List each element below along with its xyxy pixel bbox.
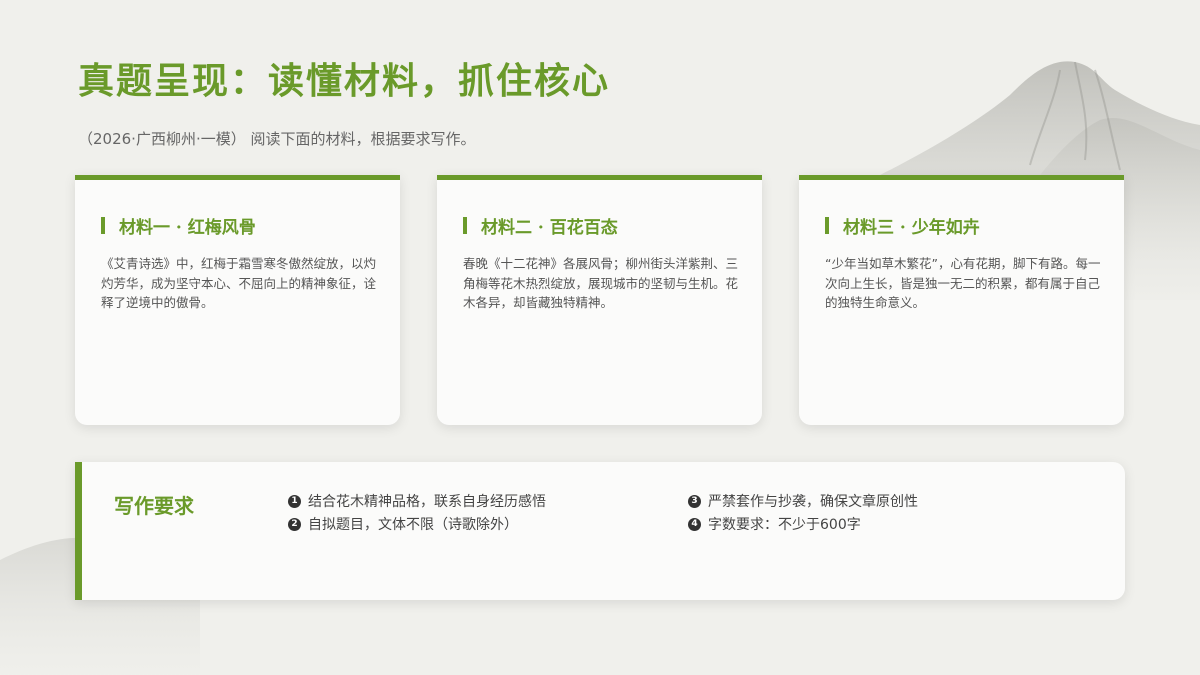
requirements-title: 写作要求 xyxy=(114,494,194,518)
requirement-item-3: 3 严禁套作与抄袭，确保文章原创性 xyxy=(688,491,918,511)
material-card-text: “少年当如草木繁花”，心有花期，脚下有路。每一次向上生长，皆是独一无二的积累，都… xyxy=(825,256,1101,310)
material-card-3: 材料三 · 少年如卉 “少年当如草木繁花”，心有花期，脚下有路。每一次向上生长，… xyxy=(799,175,1124,425)
page-subtitle: （2026·广西柳州·一模） 阅读下面的材料，根据要求写作。 xyxy=(78,130,476,148)
material-card-title: 材料三 · 少年如卉 xyxy=(843,218,980,238)
writing-requirements-panel: 写作要求 1 结合花木精神品格，联系自身经历感悟 2 自拟题目，文体不限（诗歌除… xyxy=(75,462,1125,600)
material-card-text: 《艾青诗选》中，红梅于霜雪寒冬傲然绽放，以灼灼芳华，成为坚守本心、不屈向上的精神… xyxy=(101,256,377,310)
number-badge-icon: 4 xyxy=(688,517,701,531)
material-card-title: 材料一 · 红梅风骨 xyxy=(119,218,256,238)
heading-accent-bar xyxy=(825,217,829,234)
requirement-text: 严禁套作与抄袭，确保文章原创性 xyxy=(708,494,918,510)
requirement-item-2: 2 自拟题目，文体不限（诗歌除外） xyxy=(288,514,518,534)
material-card-text: 春晚《十二花神》各展风骨；柳州街头洋紫荆、三角梅等花木热烈绽放，展现城市的坚韧与… xyxy=(463,256,739,310)
page-title: 真题呈现：读懂材料，抓住核心 xyxy=(78,60,611,102)
material-card-2: 材料二 · 百花百态 春晚《十二花神》各展风骨；柳州街头洋紫荆、三角梅等花木热烈… xyxy=(437,175,762,425)
requirement-item-4: 4 字数要求：不少于600字 xyxy=(688,514,861,534)
material-card-1: 材料一 · 红梅风骨 《艾青诗选》中，红梅于霜雪寒冬傲然绽放，以灼灼芳华，成为坚… xyxy=(75,175,400,425)
number-badge-icon: 1 xyxy=(288,494,301,508)
heading-accent-bar xyxy=(101,217,105,234)
heading-accent-bar xyxy=(463,217,467,234)
number-badge-icon: 3 xyxy=(688,494,701,508)
material-card-title: 材料二 · 百花百态 xyxy=(481,218,618,238)
material-card-heading: 材料二 · 百花百态 xyxy=(463,213,618,238)
material-card-heading: 材料三 · 少年如卉 xyxy=(825,213,980,238)
requirement-text: 结合花木精神品格，联系自身经历感悟 xyxy=(308,494,546,510)
requirement-text: 自拟题目，文体不限（诗歌除外） xyxy=(308,517,518,533)
requirement-text: 字数要求：不少于600字 xyxy=(708,517,861,533)
material-card-heading: 材料一 · 红梅风骨 xyxy=(101,213,256,238)
number-badge-icon: 2 xyxy=(288,517,301,531)
requirement-item-1: 1 结合花木精神品格，联系自身经历感悟 xyxy=(288,491,546,511)
